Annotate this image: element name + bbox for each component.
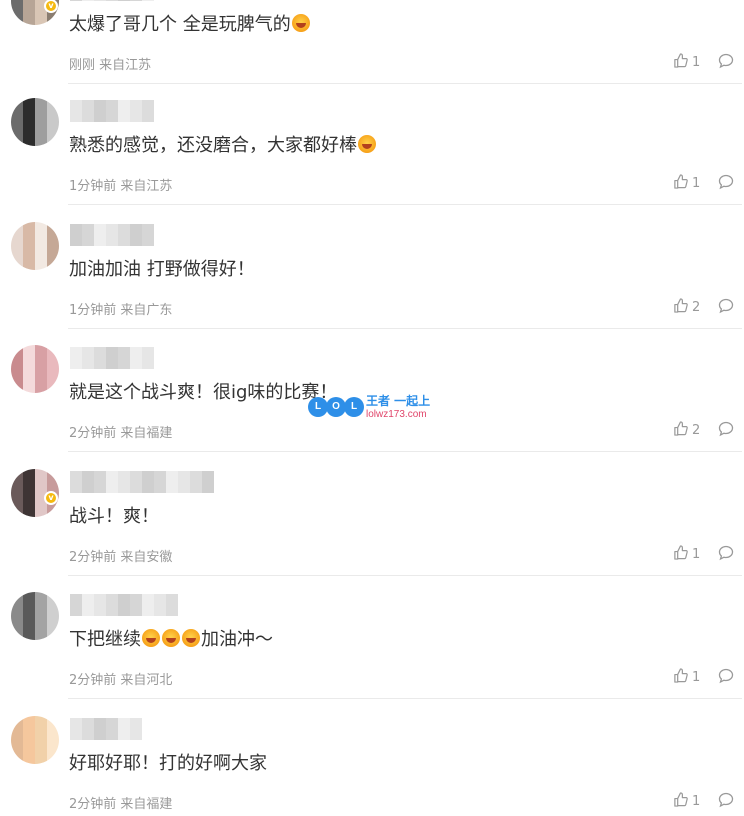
comment-text: 就是这个战斗爽！很ig味的比赛！ — [69, 380, 337, 406]
comment-text-part: 就是这个战斗爽！很ig味的比赛！ — [69, 382, 338, 403]
comment-meta: 2分钟前 来自福建 — [69, 793, 172, 812]
comment-text-part: 好耶好耶！打的好啊大家 — [69, 753, 267, 774]
comment-meta: 刚刚 来自江苏 — [69, 54, 151, 73]
thumbs-up-icon — [673, 174, 688, 193]
watermark-url: lolwz173.com — [366, 409, 427, 420]
comment-meta: 1分钟前 来自江苏 — [69, 175, 172, 194]
comment-time: 2分钟前 — [69, 673, 117, 688]
comment-location: 来自江苏 — [120, 179, 173, 194]
username-pixelated[interactable] — [70, 224, 154, 246]
like-count: 1 — [692, 794, 701, 809]
like-button[interactable]: 1 — [673, 668, 700, 687]
comment-text: 熟悉的感觉，还没磨合，大家都好棒 — [69, 133, 377, 159]
comment-location: 来自福建 — [120, 426, 173, 441]
watermark-letter: L — [344, 397, 364, 417]
comment-meta: 1分钟前 来自广东 — [69, 299, 172, 318]
watermark-letter: L — [308, 397, 328, 417]
comment-time: 2分钟前 — [69, 797, 117, 812]
avatar[interactable] — [11, 222, 59, 270]
comment-bubble-icon[interactable] — [718, 668, 734, 684]
divider — [68, 204, 742, 205]
username-pixelated[interactable] — [70, 718, 142, 740]
comment-text: 好耶好耶！打的好啊大家 — [69, 751, 267, 777]
comment-text: 下把继续 加油冲～ — [69, 627, 273, 653]
emoji-icon — [358, 135, 376, 153]
comment-text-part: 太爆了哥几个 全是玩脾气的 — [69, 14, 291, 35]
avatar[interactable] — [11, 592, 59, 640]
like-count: 2 — [692, 300, 701, 315]
thumbs-up-icon — [673, 545, 688, 564]
username-pixelated[interactable] — [70, 594, 178, 616]
comment-item: v 太爆了哥几个 全是玩脾气的 刚刚 来自江苏 1 — [0, 0, 744, 84]
comment-meta: 2分钟前 来自河北 — [69, 669, 172, 688]
divider — [68, 698, 742, 699]
divider — [68, 451, 742, 452]
comment-item: 下把继续 加油冲～ 2分钟前 来自河北 1 — [0, 576, 744, 699]
comment-bubble-icon[interactable] — [718, 298, 734, 314]
comment-item: 就是这个战斗爽！很ig味的比赛！ 2分钟前 来自福建 2 — [0, 329, 744, 452]
username-pixelated[interactable] — [70, 100, 154, 122]
like-button[interactable]: 1 — [673, 545, 700, 564]
like-count: 1 — [692, 547, 701, 562]
comment-item: 加油加油 打野做得好！ 1分钟前 来自广东 2 — [0, 206, 744, 329]
comment-bubble-icon[interactable] — [718, 53, 734, 69]
like-button[interactable]: 1 — [673, 792, 700, 811]
emoji-icon — [162, 629, 180, 647]
comment-meta: 2分钟前 来自福建 — [69, 422, 172, 441]
comment-text-part: 下把继续 — [69, 629, 141, 650]
comment-location: 来自广东 — [120, 303, 173, 318]
username-pixelated[interactable] — [70, 0, 154, 1]
comment-text-part: 加油冲～ — [201, 629, 273, 650]
emoji-icon — [291, 14, 310, 32]
like-count: 2 — [692, 423, 701, 438]
comment-bubble-icon[interactable] — [718, 174, 734, 190]
thumbs-up-icon — [673, 668, 688, 687]
comment-location: 来自安徽 — [120, 550, 173, 565]
comment-location: 来自河北 — [120, 673, 173, 688]
comment-time: 1分钟前 — [69, 179, 117, 194]
vip-badge-icon: v — [44, 491, 58, 505]
like-count: 1 — [692, 55, 701, 70]
username-pixelated[interactable] — [70, 347, 154, 369]
comment-bubble-icon[interactable] — [718, 545, 734, 561]
avatar[interactable] — [11, 345, 59, 393]
comment-location: 来自江苏 — [99, 58, 152, 73]
comment-text: 战斗！爽！ — [69, 504, 159, 530]
thumbs-up-icon — [673, 53, 688, 72]
emoji-icon — [142, 629, 160, 647]
like-button[interactable]: 2 — [673, 298, 700, 317]
comment-bubble-icon[interactable] — [718, 421, 734, 437]
comment-bubble-icon[interactable] — [718, 792, 734, 808]
watermark-logo: L O L 王者 一起上 lolwz173.com — [308, 394, 438, 424]
avatar[interactable] — [11, 98, 59, 146]
comment-location: 来自福建 — [120, 797, 173, 812]
comment-text: 加油加油 打野做得好！ — [69, 257, 255, 283]
comment-item: 熟悉的感觉，还没磨合，大家都好棒 1分钟前 来自江苏 1 — [0, 82, 744, 205]
comment-text-part: 战斗！爽！ — [69, 506, 159, 527]
like-button[interactable]: 1 — [673, 174, 700, 193]
emoji-icon — [182, 629, 200, 647]
like-button[interactable]: 2 — [673, 421, 700, 440]
watermark-letter: O — [326, 397, 346, 417]
thumbs-up-icon — [673, 421, 688, 440]
like-count: 1 — [692, 670, 701, 685]
like-count: 1 — [692, 176, 701, 191]
username-pixelated[interactable] — [70, 471, 214, 493]
comment-text-part: 熟悉的感觉，还没磨合，大家都好棒 — [69, 135, 357, 156]
comment-item: 好耶好耶！打的好啊大家 2分钟前 来自福建 1 — [0, 700, 744, 816]
comment-text: 太爆了哥几个 全是玩脾气的 — [69, 12, 311, 38]
comment-time: 2分钟前 — [69, 426, 117, 441]
thumbs-up-icon — [673, 298, 688, 317]
comment-time: 2分钟前 — [69, 550, 117, 565]
watermark-title: 王者 一起上 — [366, 394, 431, 408]
like-button[interactable]: 1 — [673, 53, 700, 72]
comment-text-part: 加油加油 打野做得好！ — [69, 259, 255, 280]
comment-time: 刚刚 — [69, 58, 96, 73]
thumbs-up-icon — [673, 792, 688, 811]
comment-time: 1分钟前 — [69, 303, 117, 318]
comment-meta: 2分钟前 来自安徽 — [69, 546, 172, 565]
avatar[interactable] — [11, 716, 59, 764]
comment-item: v 战斗！爽！ 2分钟前 来自安徽 1 — [0, 453, 744, 576]
